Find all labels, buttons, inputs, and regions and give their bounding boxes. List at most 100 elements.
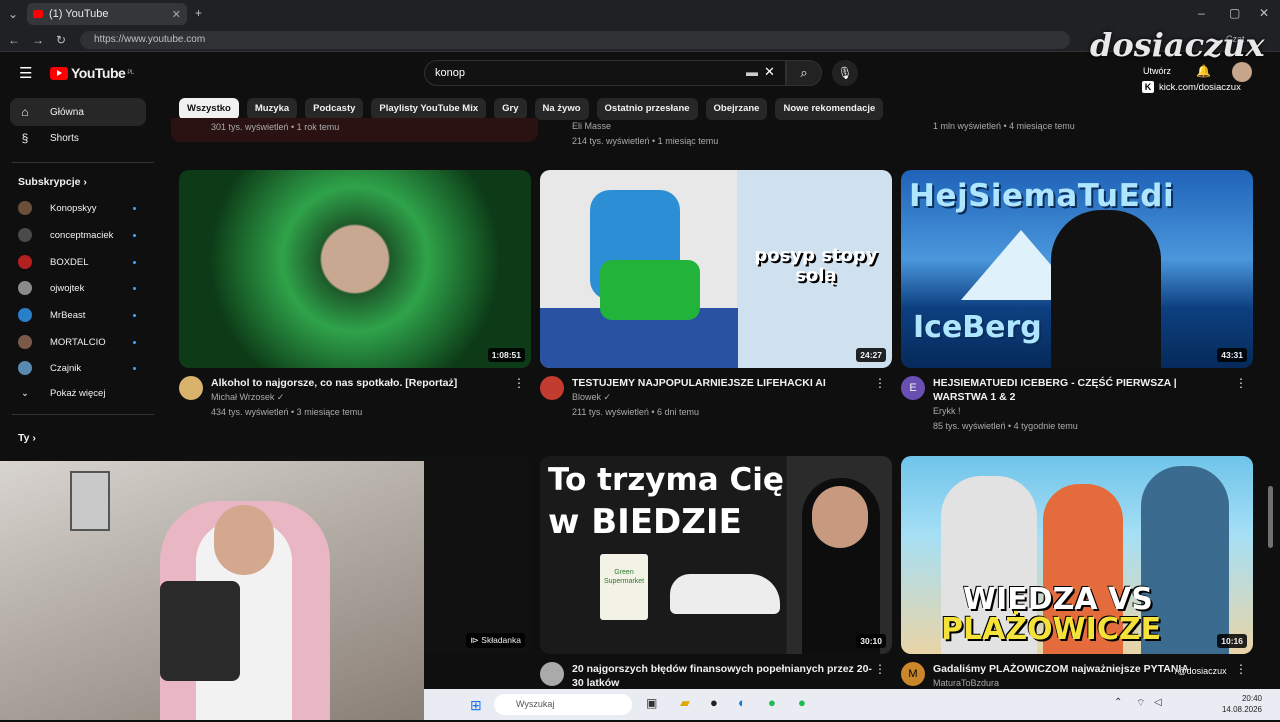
channel-avatar[interactable]: [540, 662, 564, 686]
subscription-item[interactable]: MORTALCIO: [18, 335, 136, 349]
video-title[interactable]: HEJSIEMATUEDI ICEBERG - CZĘŚĆ PIERWSZA |…: [933, 376, 1233, 404]
video-title[interactable]: Alkohol to najgorsze, co nas spotkało. […: [211, 376, 511, 390]
more-options-icon[interactable]: ⋮: [1235, 662, 1247, 676]
video-title[interactable]: 20 najgorszych błędów finansowych popełn…: [572, 662, 872, 690]
network-icon[interactable]: ⌔: [1136, 697, 1145, 710]
video-card[interactable]: To trzyma Cię w BIEDZIE Green Supermarke…: [540, 456, 892, 722]
more-options-icon[interactable]: ⋮: [513, 376, 525, 390]
video-card[interactable]: posyp stopy solą 24:27 TESTUJEMY NAJPOPU…: [540, 170, 892, 436]
start-icon[interactable]: ⊞: [470, 697, 482, 714]
search-button[interactable]: ⌕: [786, 60, 822, 86]
new-tab-icon[interactable]: +: [195, 6, 202, 20]
back-icon[interactable]: ←: [8, 33, 20, 47]
chip-na-zywo[interactable]: Na żywo: [534, 98, 589, 120]
minimize-icon[interactable]: –: [1198, 6, 1205, 20]
microphone-icon: 🎙: [837, 66, 853, 80]
video-card[interactable]: WIEDZA VS PLAŻOWICZE 10:16 M Gadaliśmy P…: [901, 456, 1253, 722]
subscription-item[interactable]: ojwojtek: [18, 281, 136, 295]
video-card[interactable]: HejSiemaTuEdi IceBerg 43:31 E HEJSIEMATU…: [901, 170, 1253, 436]
video-title[interactable]: TESTUJEMY NAJPOPULARNIEJSZE LIFEHACKI AI: [572, 376, 872, 390]
forward-icon[interactable]: →: [32, 33, 44, 47]
voice-search-button[interactable]: 🎙: [832, 60, 858, 86]
youtube-header: ☰ YouTube PL konop ▬ ✕ ⌕ 🎙 Utwórz 🔔: [0, 52, 1280, 94]
channel-name[interactable]: Erykk !: [933, 406, 961, 416]
thumbnail-face: [812, 486, 868, 548]
channel-avatar: [18, 228, 32, 242]
create-button[interactable]: Utwórz: [1143, 66, 1171, 76]
windows-taskbar: ⊞ Wyszukaj ▣ ▰ ● ◐ ● ● ⌃ ⌔ ◁ 20:40 14.08…: [424, 689, 1280, 720]
task-view-icon[interactable]: ▣: [646, 696, 657, 710]
taskbar-search[interactable]: Wyszukaj: [494, 694, 632, 715]
you-section-title[interactable]: Ty ›: [18, 432, 36, 444]
chip-nowe-rekomendacje[interactable]: Nowe rekomendacje: [775, 98, 884, 120]
page-scrollbar[interactable]: [1268, 486, 1273, 548]
webcam-overlay: [0, 461, 424, 720]
volume-icon[interactable]: ◁: [1154, 697, 1162, 708]
video-duration: 1:08:51: [487, 348, 525, 362]
sidebar-item-home[interactable]: ⌂ Główna: [10, 98, 146, 126]
close-window-icon[interactable]: ✕: [1259, 6, 1269, 20]
taskbar-clock[interactable]: 20:40 14.08.2026: [1222, 693, 1262, 715]
browser-tab[interactable]: (1) YouTube ✕: [27, 3, 187, 25]
account-avatar[interactable]: [1232, 62, 1252, 82]
thumbnail-caption-1: To trzyma Cię: [548, 462, 784, 498]
channel-avatar: [18, 281, 32, 295]
channel-avatar[interactable]: [540, 376, 564, 400]
keyboard-icon[interactable]: ▬: [746, 65, 758, 79]
tray-chevron-icon[interactable]: ⌃: [1114, 697, 1122, 708]
chip-muzyka[interactable]: Muzyka: [246, 98, 298, 120]
spotify-icon[interactable]: ●: [798, 695, 806, 710]
video-thumbnail[interactable]: To trzyma Cię w BIEDZIE Green Supermarke…: [540, 456, 892, 654]
thumbnail-person: [1051, 210, 1161, 368]
reload-icon[interactable]: ↻: [56, 33, 66, 47]
more-options-icon[interactable]: ⋮: [874, 376, 886, 390]
tab-list-icon[interactable]: ⌄: [8, 7, 18, 21]
channel-avatar[interactable]: E: [901, 376, 925, 400]
video-card[interactable]: 1:08:51 Alkohol to najgorsze, co nas spo…: [179, 170, 531, 436]
app-icon[interactable]: ●: [710, 695, 718, 710]
previous-row-card[interactable]: 301 tys. wyświetleń • 1 rok temu: [171, 118, 538, 142]
chip-gry[interactable]: Gry: [494, 98, 527, 120]
chip-playlisty[interactable]: Playlisty YouTube Mix: [371, 98, 487, 120]
chip-podcasty[interactable]: Podcasty: [305, 98, 364, 120]
chip-ostatnio-przeslane[interactable]: Ostatnio przesłane: [596, 98, 698, 120]
video-thumbnail[interactable]: 1:08:51: [179, 170, 531, 368]
home-icon: ⌂: [21, 105, 29, 119]
channel-name[interactable]: MaturaToBzdura: [933, 678, 999, 688]
subscriptions-title[interactable]: Subskrypcje ›: [18, 176, 87, 188]
more-options-icon[interactable]: ⋮: [1235, 376, 1247, 390]
channel-avatar[interactable]: M: [901, 662, 925, 686]
taskbar-search-placeholder: Wyszukaj: [516, 699, 555, 709]
channel-name[interactable]: Eli Masse: [572, 121, 611, 131]
video-thumbnail[interactable]: posyp stopy solą 24:27: [540, 170, 892, 368]
close-tab-icon[interactable]: ✕: [172, 8, 181, 21]
notifications-icon[interactable]: 🔔: [1196, 64, 1211, 78]
file-explorer-icon[interactable]: ▰: [680, 695, 690, 711]
video-stats: 214 tys. wyświetleń • 1 miesiąc temu: [572, 136, 719, 146]
channel-avatar[interactable]: [179, 376, 203, 400]
channel-name[interactable]: Blowek ✓: [572, 392, 611, 403]
youtube-logo[interactable]: YouTube PL: [50, 65, 134, 81]
stream-logo: dosiaczux: [1090, 26, 1265, 64]
edge-icon[interactable]: ◐: [738, 695, 746, 710]
chip-obejrzane[interactable]: Obejrzane: [705, 98, 768, 120]
clear-search-icon[interactable]: ✕: [764, 64, 775, 80]
menu-icon[interactable]: ☰: [19, 64, 32, 82]
search-input[interactable]: konop: [424, 60, 786, 86]
spotify-icon[interactable]: ●: [768, 695, 776, 710]
more-options-icon[interactable]: ⋮: [874, 662, 886, 676]
show-more-button[interactable]: ⌄ Pokaż więcej: [18, 388, 136, 399]
subscription-item[interactable]: MrBeast: [18, 308, 136, 322]
sidebar-item-shorts[interactable]: § Shorts: [10, 124, 146, 152]
subscription-item[interactable]: Konopskyy: [18, 201, 136, 215]
subscription-item[interactable]: conceptmaciek: [18, 228, 136, 242]
channel-name[interactable]: Michał Wrzosek ✓: [211, 392, 284, 403]
chip-wszystko[interactable]: Wszystko: [179, 98, 239, 120]
maximize-icon[interactable]: ▢: [1229, 6, 1240, 20]
url-field[interactable]: https://www.youtube.com: [80, 31, 1070, 49]
subscription-item[interactable]: BOXDEL: [18, 255, 136, 269]
subscription-item[interactable]: Czajnik: [18, 361, 136, 375]
video-thumbnail[interactable]: HejSiemaTuEdi IceBerg 43:31: [901, 170, 1253, 368]
thumbnail-caption-bottom: IceBerg: [913, 310, 1042, 345]
video-thumbnail[interactable]: WIEDZA VS PLAŻOWICZE 10:16: [901, 456, 1253, 654]
